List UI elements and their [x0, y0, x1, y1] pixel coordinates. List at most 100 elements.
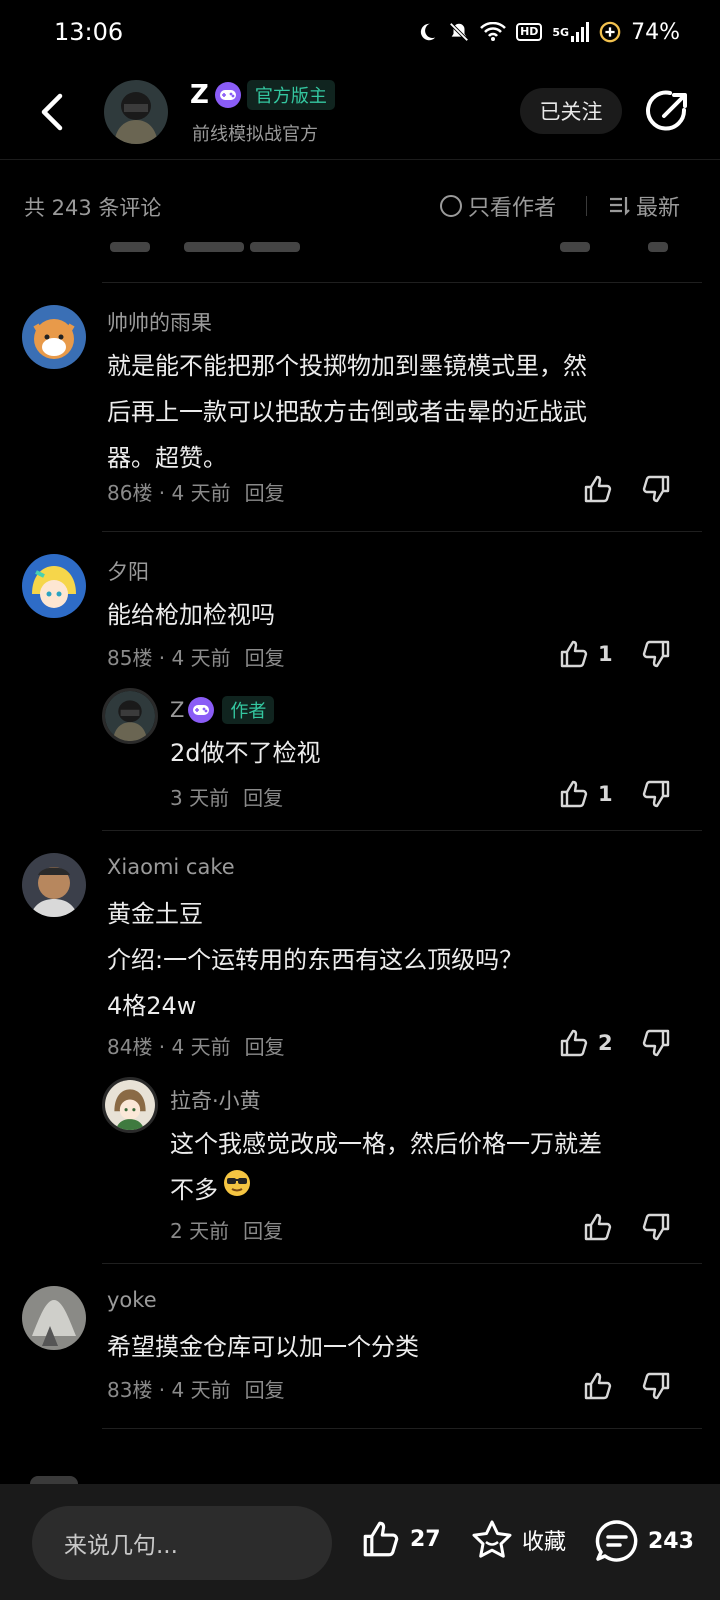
chevron-left-icon	[41, 93, 63, 131]
like-button[interactable]	[582, 1370, 614, 1402]
reply-text: 2d做不了检视	[170, 739, 321, 767]
thumbs-down-icon	[642, 640, 670, 668]
like-count: 1	[598, 642, 613, 666]
next-comment-avatar-peek	[30, 1476, 78, 1484]
thumbs-down-icon	[642, 1372, 670, 1400]
star-icon	[472, 1520, 512, 1558]
thumbs-up-icon	[584, 1372, 612, 1400]
comment-item: Xiaomi cake 黄金土豆 介绍:一个运转用的东西有这么顶级吗？ 4格24…	[0, 831, 720, 1263]
sort-button[interactable]: 最新	[608, 190, 680, 222]
reply-button[interactable]: 回复	[243, 786, 283, 810]
comment-item: 夕阳 能给枪加检视吗 85楼 · 4 天前 回复 1 Z 作者 2d做不了检视 3…	[0, 532, 720, 830]
status-bar: 13:06 HD 5G 74%	[0, 0, 720, 66]
author-name-row: Z 官方版主	[190, 80, 335, 110]
user-avatar[interactable]	[22, 853, 86, 917]
favorite-button[interactable]: 收藏	[470, 1518, 566, 1562]
user-avatar[interactable]	[22, 554, 86, 618]
header: Z 官方版主 前线模拟战官方 已关注	[0, 66, 720, 160]
dislike-button[interactable]	[640, 1211, 672, 1247]
reply-button[interactable]: 回复	[245, 1035, 285, 1059]
comment-item: yoke 希望摸金仓库可以加一个分类 83楼 · 4 天前 回复	[0, 1264, 720, 1428]
floor-time: 84楼 · 4 天前	[107, 1035, 231, 1059]
reply-button[interactable]: 回复	[243, 1219, 283, 1243]
hd-badge: HD	[516, 23, 543, 41]
reply-line: 这个我感觉改成一格，然后价格一万就差	[170, 1130, 602, 1158]
mute-bell-icon	[448, 21, 470, 43]
comment-count: 共 243 条评论	[24, 196, 162, 220]
author-only-toggle[interactable]: 只看作者	[440, 190, 556, 222]
like-button[interactable]: 2	[558, 1027, 613, 1059]
thumbs-up-icon	[584, 475, 612, 503]
gamepad-icon	[214, 82, 241, 108]
comment-meta: 84楼 · 4 天前 回复	[107, 1031, 285, 1060]
username[interactable]: 帅帅的雨果	[107, 307, 212, 337]
dislike-button[interactable]	[640, 778, 672, 814]
thumbs-up-icon	[560, 1029, 588, 1057]
user-avatar[interactable]	[22, 1286, 86, 1350]
reply-button[interactable]: 回复	[245, 1378, 285, 1402]
share-button[interactable]	[644, 90, 690, 136]
post-like-button[interactable]: 27	[360, 1518, 441, 1560]
thumbs-up-icon	[560, 640, 588, 668]
reply-text: 这个我感觉改成一格，然后价格一万就差 不多	[170, 1121, 602, 1213]
comment-item: 帅帅的雨果 就是能不能把那个投掷物加到墨镜模式里，然 后再上一款可以把敌方击倒或…	[0, 283, 720, 531]
thumbs-down-icon	[642, 1029, 670, 1057]
comment-meta: 85楼 · 4 天前 回复	[107, 642, 285, 671]
comment-text: 就是能不能把那个投掷物加到墨镜模式里，然 后再上一款可以把敌方击倒或者击晕的近战…	[107, 343, 587, 481]
separator	[102, 1428, 702, 1429]
floor-time: 85楼 · 4 天前	[107, 646, 231, 670]
username[interactable]: Z	[170, 698, 184, 722]
gamepad-icon	[188, 697, 215, 723]
follow-button[interactable]: 已关注	[520, 88, 622, 134]
comment-filter-bar: 共 243 条评论 只看作者 最新	[0, 160, 720, 250]
comment-text: 能给枪加检视吗	[107, 592, 275, 638]
author-tag: 作者	[222, 696, 275, 724]
username[interactable]: 拉奇·小黄	[170, 1085, 261, 1115]
comment-line: 黄金土豆	[107, 900, 203, 928]
author-name: Z	[190, 80, 209, 110]
comment-line: 后再上一款可以把敌方击倒或者击晕的近战武	[107, 398, 587, 426]
comment-line: 4格24w	[107, 992, 197, 1020]
dislike-button[interactable]	[640, 1027, 672, 1063]
official-moderator-badge: 官方版主	[246, 80, 335, 110]
moon-icon	[416, 21, 438, 43]
like-button[interactable]	[582, 1211, 614, 1243]
comment-bubble-icon	[595, 1520, 638, 1562]
back-button[interactable]	[30, 88, 74, 136]
status-time: 13:06	[54, 18, 124, 46]
comment-input[interactable]: 来说几句...	[32, 1506, 332, 1580]
comment-text: 希望摸金仓库可以加一个分类	[107, 1324, 419, 1370]
author-subtitle: 前线模拟战官方	[192, 124, 318, 145]
user-avatar[interactable]	[22, 305, 86, 369]
reply-line: 不多	[170, 1176, 218, 1204]
network-label: 5G	[552, 25, 570, 39]
reply-meta: 3 天前 回复	[170, 782, 283, 811]
comment-line: 就是能不能把那个投掷物加到墨镜模式里，然	[107, 352, 587, 380]
username[interactable]: Xiaomi cake	[107, 855, 235, 879]
comments-button[interactable]: 243	[594, 1518, 694, 1564]
author-avatar[interactable]	[104, 80, 168, 144]
battery-level: 74%	[631, 19, 680, 45]
like-button[interactable]: 1	[558, 638, 613, 670]
thumbs-up-icon	[363, 1521, 399, 1557]
dislike-button[interactable]	[640, 638, 672, 674]
status-icons: HD 5G 74%	[416, 18, 680, 46]
sub-reply-header: Z 作者	[170, 696, 275, 724]
user-avatar[interactable]	[102, 688, 158, 744]
reply-button[interactable]: 回复	[245, 646, 285, 670]
comment-line: 能给枪加检视吗	[107, 601, 275, 629]
user-avatar[interactable]	[102, 1077, 158, 1133]
comment-line: 希望摸金仓库可以加一个分类	[107, 1333, 419, 1361]
sort-icon	[610, 197, 630, 216]
comment-meta: 83楼 · 4 天前 回复	[107, 1374, 285, 1403]
like-button[interactable]	[582, 473, 614, 505]
dislike-button[interactable]	[640, 473, 672, 509]
username[interactable]: 夕阳	[107, 556, 149, 586]
floor-time: 83楼 · 4 天前	[107, 1378, 231, 1402]
battery-saver-icon	[599, 21, 621, 43]
like-button[interactable]: 1	[558, 778, 613, 810]
thumbs-up-icon	[560, 780, 588, 808]
username[interactable]: yoke	[107, 1288, 157, 1312]
dislike-button[interactable]	[640, 1370, 672, 1406]
reply-button[interactable]: 回复	[245, 481, 285, 505]
